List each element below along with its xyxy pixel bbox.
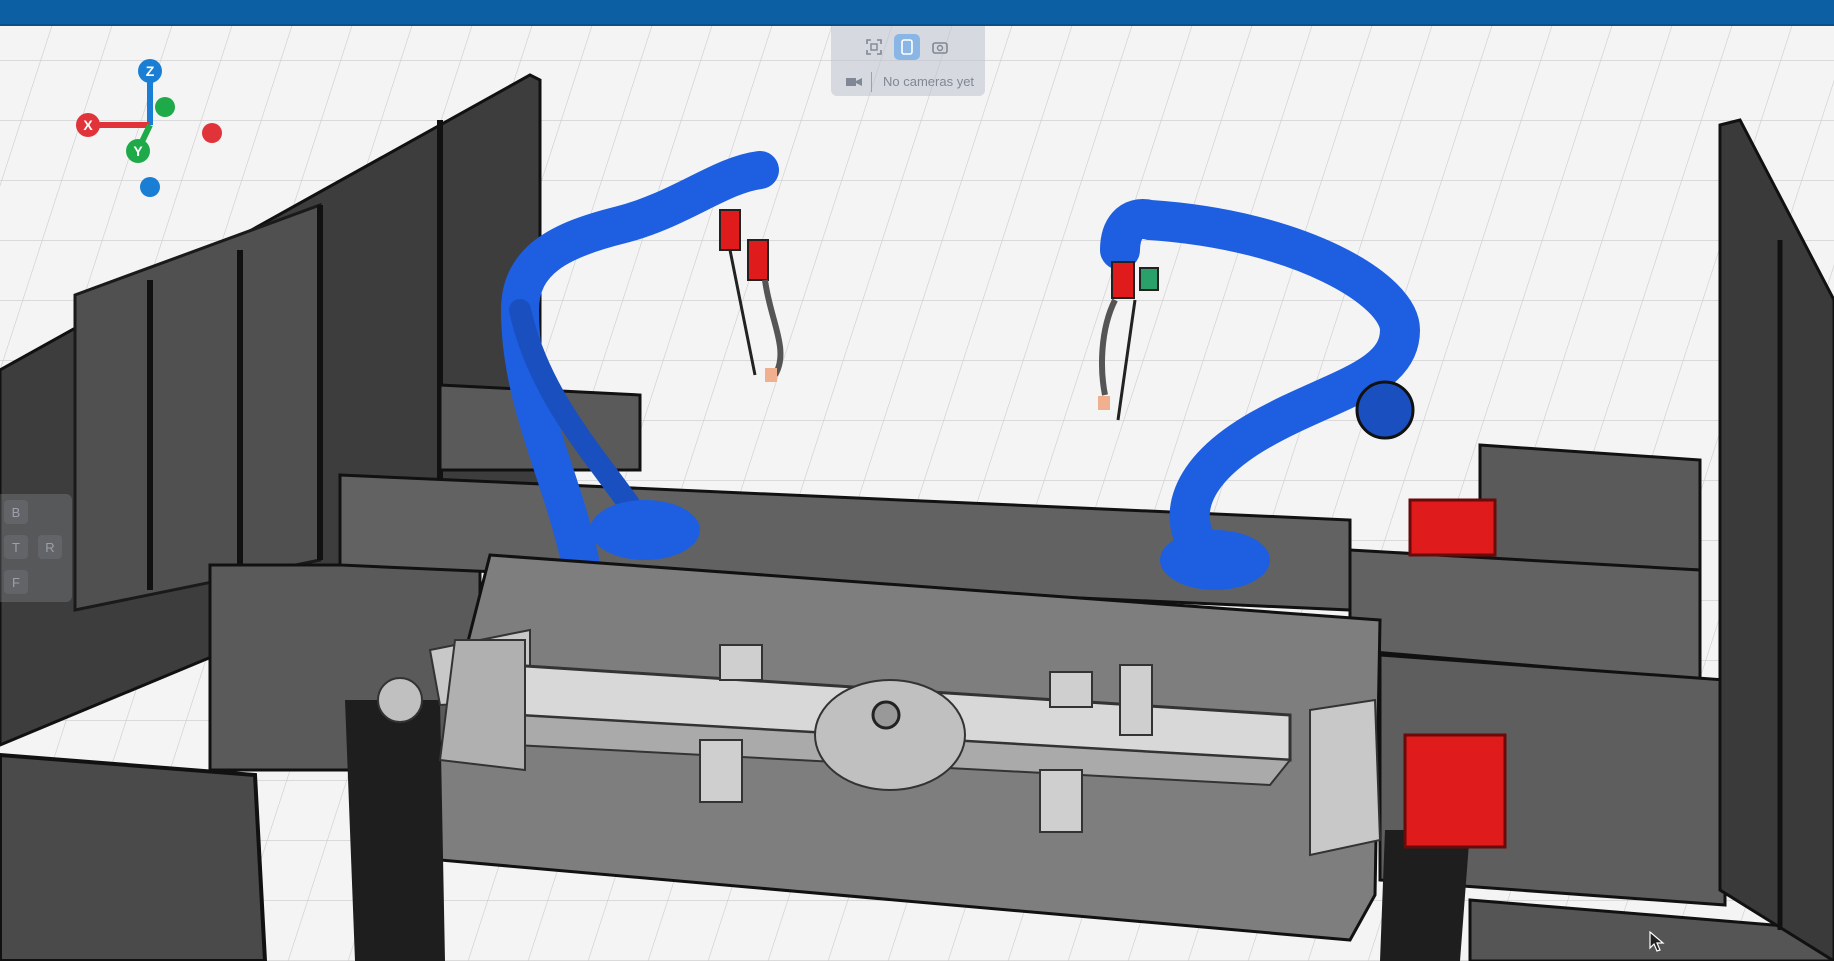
camera-divider: [871, 72, 872, 92]
camera-icon: [932, 42, 948, 54]
view-right-button[interactable]: R: [38, 535, 62, 559]
phone-icon: [901, 39, 913, 55]
view-top-button[interactable]: T: [4, 535, 28, 559]
axis-gizmo-graphic: Z X Y: [76, 59, 222, 197]
top-bar: [0, 0, 1834, 26]
z-axis-label: Z: [146, 63, 155, 79]
3d-viewport[interactable]: [0, 26, 1834, 961]
x-axis-label: X: [83, 117, 93, 133]
scene-canvas: [0, 26, 1834, 961]
video-camera-icon: [846, 78, 862, 86]
view-back-button[interactable]: B: [4, 500, 28, 524]
fit-view-icon: [866, 39, 882, 55]
view-buttons-panel: B T R F: [0, 494, 72, 602]
phone-button[interactable]: [894, 34, 920, 60]
neg-z-axis-handle[interactable]: [140, 177, 160, 197]
no-cameras-text: No cameras yet: [883, 74, 975, 89]
view-front-button[interactable]: F: [4, 570, 28, 594]
neg-y-axis-handle[interactable]: [155, 97, 175, 117]
camera-list-row: No cameras yet: [831, 68, 985, 96]
camera-button[interactable]: [927, 34, 953, 60]
neg-x-axis-handle[interactable]: [202, 123, 222, 143]
y-axis-label: Y: [133, 143, 143, 159]
mouse-cursor-icon: [1649, 931, 1665, 952]
fit-view-button[interactable]: [861, 34, 887, 60]
camera-panel: No cameras yet: [831, 26, 985, 96]
axis-gizmo[interactable]: Z X Y: [70, 55, 230, 205]
